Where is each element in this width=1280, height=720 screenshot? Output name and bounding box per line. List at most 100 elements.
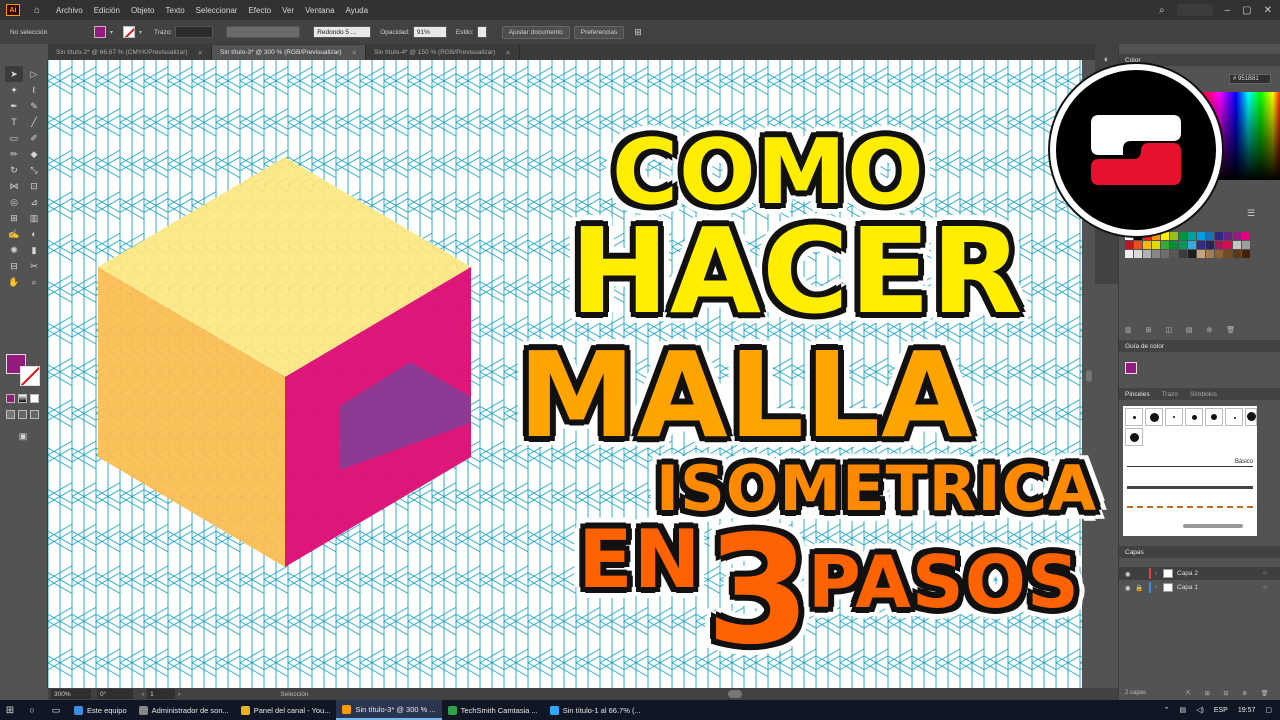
direct-selection-tool-icon[interactable]: ▷ bbox=[25, 66, 43, 82]
hand-tool-icon[interactable]: ✋ bbox=[5, 274, 23, 290]
layer-name[interactable]: Capa 1 bbox=[1177, 584, 1198, 591]
shape-builder-tool-icon[interactable]: ◎ bbox=[5, 194, 23, 210]
color-swatch[interactable] bbox=[1134, 241, 1142, 249]
menu-ayuda[interactable]: Ayuda bbox=[346, 6, 369, 15]
color-swatch[interactable] bbox=[1170, 241, 1178, 249]
scroll-thumb[interactable] bbox=[1086, 370, 1092, 382]
brush-dot-large[interactable] bbox=[1145, 408, 1163, 426]
tab-sin-titulo-2[interactable]: Sin título-2* @ 66.67 % (CMYK/Previsuali… bbox=[48, 45, 213, 60]
color-swatch[interactable] bbox=[1215, 241, 1223, 249]
none-button[interactable] bbox=[30, 394, 39, 403]
taskbar-app[interactable]: Este equipo bbox=[68, 700, 133, 720]
tab-layers[interactable]: Capas bbox=[1125, 549, 1144, 556]
brush-definition[interactable]: Redondo 5 ... bbox=[313, 26, 372, 38]
brush-dot-tiny[interactable] bbox=[1125, 408, 1143, 426]
menu-seleccionar[interactable]: Seleccionar bbox=[196, 6, 238, 15]
brush-charcoal-line[interactable] bbox=[1127, 486, 1253, 489]
layers-footer-icons[interactable]: ⇱ ⊞ ⊟ ⊕ 🗑 bbox=[1186, 690, 1274, 697]
stroke-swatch[interactable] bbox=[123, 26, 136, 38]
tab-sin-titulo-4[interactable]: Sin título-4* @ 150 % (RGB/Previsualizar… bbox=[365, 45, 520, 60]
color-swatch[interactable] bbox=[1242, 241, 1250, 249]
color-swatch[interactable] bbox=[1206, 241, 1214, 249]
width-tool-icon[interactable]: ⋈ bbox=[5, 178, 23, 194]
chevron-right-icon[interactable]: › bbox=[1155, 584, 1163, 591]
search-icon[interactable]: ○ bbox=[25, 703, 39, 717]
menu-texto[interactable]: Texto bbox=[166, 6, 185, 15]
perspective-grid-tool-icon[interactable]: ⊿ bbox=[25, 194, 43, 210]
color-button[interactable] bbox=[6, 394, 15, 403]
volume-icon[interactable]: ◁) bbox=[1196, 706, 1204, 714]
brush-dot-large-2[interactable] bbox=[1125, 428, 1143, 446]
zoom-tool-icon[interactable]: ⌕ bbox=[25, 274, 43, 290]
chevron-up-icon[interactable]: ⌃ bbox=[1164, 706, 1170, 714]
artboard-tool-icon[interactable]: ⊟ bbox=[5, 258, 23, 274]
layer-row-capa-1[interactable]: ◉ 🔒 › Capa 1 ○ bbox=[1119, 581, 1280, 594]
color-swatch[interactable] bbox=[1125, 250, 1133, 258]
document-setup-button[interactable]: Ajustar documento bbox=[501, 25, 570, 39]
selection-tool-icon[interactable]: ➤ bbox=[5, 66, 23, 82]
color-swatch[interactable] bbox=[1206, 250, 1214, 258]
panel-menu-icon[interactable]: ☰ bbox=[1247, 208, 1255, 219]
rectangle-tool-icon[interactable]: ▭ bbox=[5, 130, 23, 146]
gradient-tool-icon[interactable]: ▥ bbox=[25, 210, 43, 226]
prev-artboard-icon[interactable]: ‹ bbox=[142, 691, 144, 698]
color-guide-base-swatch[interactable] bbox=[1125, 362, 1137, 374]
color-swatch[interactable] bbox=[1161, 232, 1169, 240]
menu-edicion[interactable]: Edición bbox=[94, 6, 120, 15]
target-icon[interactable]: ○ bbox=[1263, 570, 1267, 577]
color-swatch[interactable] bbox=[1224, 241, 1232, 249]
color-swatch[interactable] bbox=[1197, 250, 1205, 258]
windows-start-icon[interactable]: ⊞ bbox=[0, 700, 20, 720]
taskbar-app[interactable]: Administrador de son... bbox=[133, 700, 235, 720]
brush-dot-small[interactable] bbox=[1165, 408, 1183, 426]
network-icon[interactable]: ▤ bbox=[1179, 706, 1186, 714]
hex-color-field[interactable]: # 951B81 bbox=[1229, 74, 1271, 84]
color-swatch[interactable] bbox=[1224, 232, 1232, 240]
color-swatch[interactable] bbox=[1170, 232, 1178, 240]
brush-basic-line[interactable] bbox=[1127, 466, 1253, 467]
color-swatch[interactable] bbox=[1179, 232, 1187, 240]
color-swatch[interactable] bbox=[1242, 232, 1250, 240]
rotation-field[interactable]: 0° bbox=[97, 689, 133, 699]
stroke-color-box[interactable] bbox=[20, 366, 40, 386]
clock[interactable]: 19:57 bbox=[1238, 707, 1256, 714]
color-swatch[interactable] bbox=[1242, 250, 1250, 258]
color-panel-icon[interactable]: ◐ bbox=[1100, 52, 1114, 66]
color-swatch[interactable] bbox=[1161, 250, 1169, 258]
taskbar-app[interactable]: Sin título-1 al 66.7% (... bbox=[544, 700, 647, 720]
fill-swatch[interactable] bbox=[94, 26, 106, 38]
eye-icon[interactable]: ◉ bbox=[1125, 570, 1135, 578]
color-swatch[interactable] bbox=[1206, 232, 1214, 240]
symbol-sprayer-tool-icon[interactable]: ✺ bbox=[5, 242, 23, 258]
color-swatch[interactable] bbox=[1152, 241, 1160, 249]
tab-sin-titulo-3[interactable]: Sin título-3* @ 300 % (RGB/Previsualizar… bbox=[212, 45, 366, 60]
screen-mode-icon[interactable]: ▣ bbox=[14, 428, 32, 444]
pen-tool-icon[interactable]: ✒ bbox=[5, 98, 23, 114]
color-swatch[interactable] bbox=[1188, 241, 1196, 249]
rotate-tool-icon[interactable]: ↻ bbox=[5, 162, 23, 178]
maximize-icon[interactable]: ▢ bbox=[1242, 5, 1251, 16]
eye-icon[interactable]: ◉ bbox=[1125, 584, 1135, 592]
draw-inside-icon[interactable] bbox=[30, 410, 39, 419]
scale-tool-icon[interactable]: ⤡ bbox=[25, 162, 43, 178]
draw-normal-icon[interactable] bbox=[6, 410, 15, 419]
target-icon[interactable]: ○ bbox=[1263, 584, 1267, 591]
eyedropper-tool-icon[interactable]: ✍ bbox=[5, 226, 23, 242]
minimize-icon[interactable]: – bbox=[1225, 5, 1231, 16]
preferences-button[interactable]: Preferencias bbox=[573, 25, 625, 39]
notifications-icon[interactable]: ▢ bbox=[1265, 706, 1272, 714]
color-swatch[interactable] bbox=[1152, 250, 1160, 258]
eraser-tool-icon[interactable]: ◆ bbox=[25, 146, 43, 162]
artboard-field[interactable]: 1 bbox=[147, 689, 176, 699]
color-swatch[interactable] bbox=[1215, 232, 1223, 240]
stroke-weight-field[interactable] bbox=[175, 26, 214, 38]
tab-color[interactable]: Color bbox=[1125, 57, 1141, 64]
language-indicator[interactable]: ESP bbox=[1214, 707, 1228, 714]
color-swatch[interactable] bbox=[1233, 241, 1241, 249]
mesh-tool-icon[interactable]: ⊞ bbox=[5, 210, 23, 226]
color-swatch[interactable] bbox=[1197, 232, 1205, 240]
menu-ver[interactable]: Ver bbox=[282, 6, 294, 15]
color-swatch[interactable] bbox=[1161, 241, 1169, 249]
color-swatch[interactable] bbox=[1233, 250, 1241, 258]
tab-symbols[interactable]: Símbolos bbox=[1190, 391, 1217, 398]
